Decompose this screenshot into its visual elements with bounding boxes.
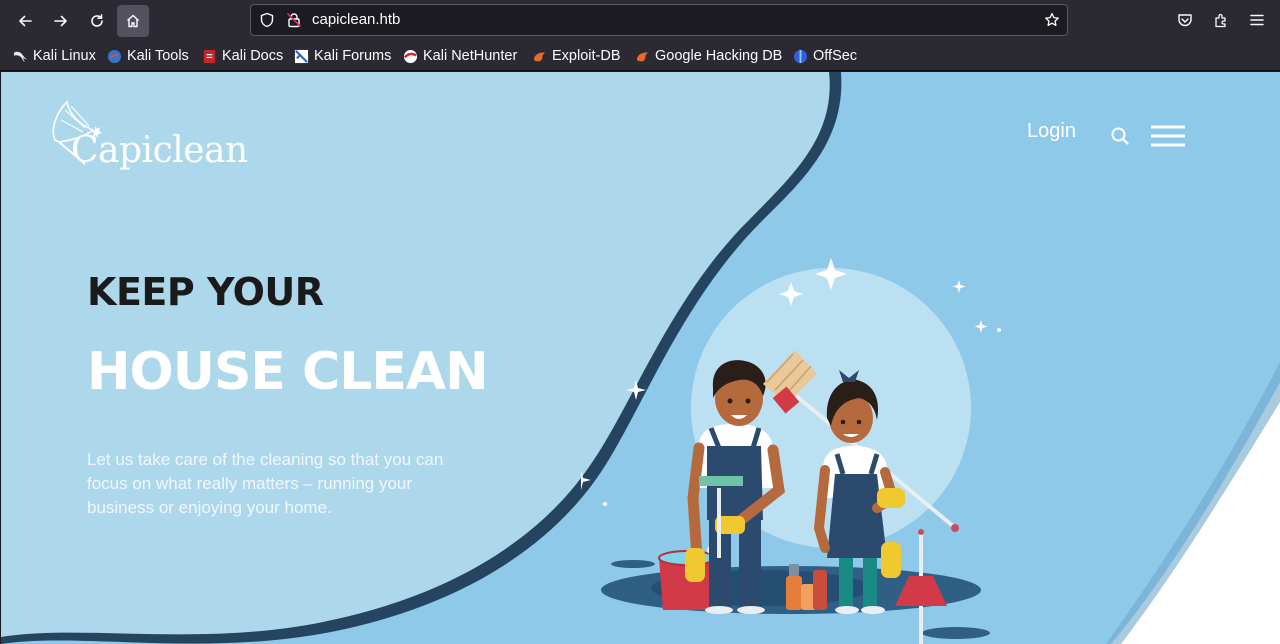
logo-text[interactable]: Capiclean <box>71 130 248 171</box>
cleaners-illustration <box>581 258 1001 644</box>
arrow-left-icon <box>19 15 32 27</box>
login-link[interactable]: Login <box>1027 120 1076 143</box>
bookmark-kali-docs[interactable]: Kali Docs <box>202 46 283 66</box>
kali-tools-icon <box>107 49 122 63</box>
kali-docs-icon <box>203 49 216 63</box>
bookmark-label: Kali Tools <box>127 48 189 64</box>
exploit-db-icon <box>533 52 546 61</box>
home-button[interactable] <box>117 5 149 37</box>
insecure-lock-icon[interactable] <box>286 12 302 28</box>
url-text[interactable]: capiclean.htb <box>312 11 400 28</box>
bookmark-kali-linux[interactable]: Kali Linux <box>13 46 96 66</box>
star-icon[interactable] <box>1044 12 1060 28</box>
back-button[interactable] <box>9 5 41 37</box>
reload-icon <box>91 14 103 27</box>
menu-hamburger-icon[interactable] <box>1151 124 1185 148</box>
hero-headline-top: KEEP YOUR <box>87 270 324 314</box>
bookmark-offsec[interactable]: OffSec <box>793 46 857 66</box>
search-icon[interactable] <box>1110 126 1130 146</box>
web-page: Capiclean Login KEEP YOUR HOUSE CLEAN Le… <box>1 72 1280 644</box>
hamburger-menu-icon[interactable] <box>1249 12 1265 28</box>
ghdb-icon <box>636 52 649 61</box>
bookmark-label: Kali Forums <box>314 48 392 64</box>
url-bar[interactable]: capiclean.htb <box>250 4 1068 36</box>
bookmarks-toolbar: Kali Linux Kali Tools Kali Docs Kali For… <box>0 41 1280 71</box>
bookmark-google-hacking-db[interactable]: Google Hacking DB <box>635 46 782 66</box>
home-icon <box>127 14 139 28</box>
bookmark-label: Google Hacking DB <box>655 48 783 64</box>
bookmark-label: Kali NetHunter <box>423 48 518 64</box>
hero-headline-main: HOUSE CLEAN <box>87 342 489 402</box>
browser-toolbar: capiclean.htb <box>0 0 1280 41</box>
bookmark-exploit-db[interactable]: Exploit-DB <box>532 46 621 66</box>
forward-button[interactable] <box>45 5 77 37</box>
bookmark-label: OffSec <box>813 48 858 64</box>
arrow-right-icon <box>54 15 67 27</box>
bookmark-label: Kali Linux <box>33 48 96 64</box>
bookmark-label: Exploit-DB <box>552 48 621 64</box>
kali-forums-icon <box>294 49 309 63</box>
shield-icon[interactable] <box>259 12 275 28</box>
hero-description: Let us take care of the cleaning so that… <box>87 450 444 517</box>
bookmark-kali-forums[interactable]: Kali Forums <box>294 46 391 66</box>
bookmark-kali-nethunter[interactable]: Kali NetHunter <box>403 46 517 66</box>
pocket-icon[interactable] <box>1177 12 1193 28</box>
reload-button[interactable] <box>81 5 113 37</box>
offsec-icon <box>793 49 808 63</box>
bookmark-label: Kali Docs <box>222 48 284 64</box>
kali-dragon-icon <box>13 51 28 62</box>
extensions-icon[interactable] <box>1213 12 1229 28</box>
kali-nethunter-icon <box>403 49 418 63</box>
bookmark-kali-tools[interactable]: Kali Tools <box>107 46 189 66</box>
